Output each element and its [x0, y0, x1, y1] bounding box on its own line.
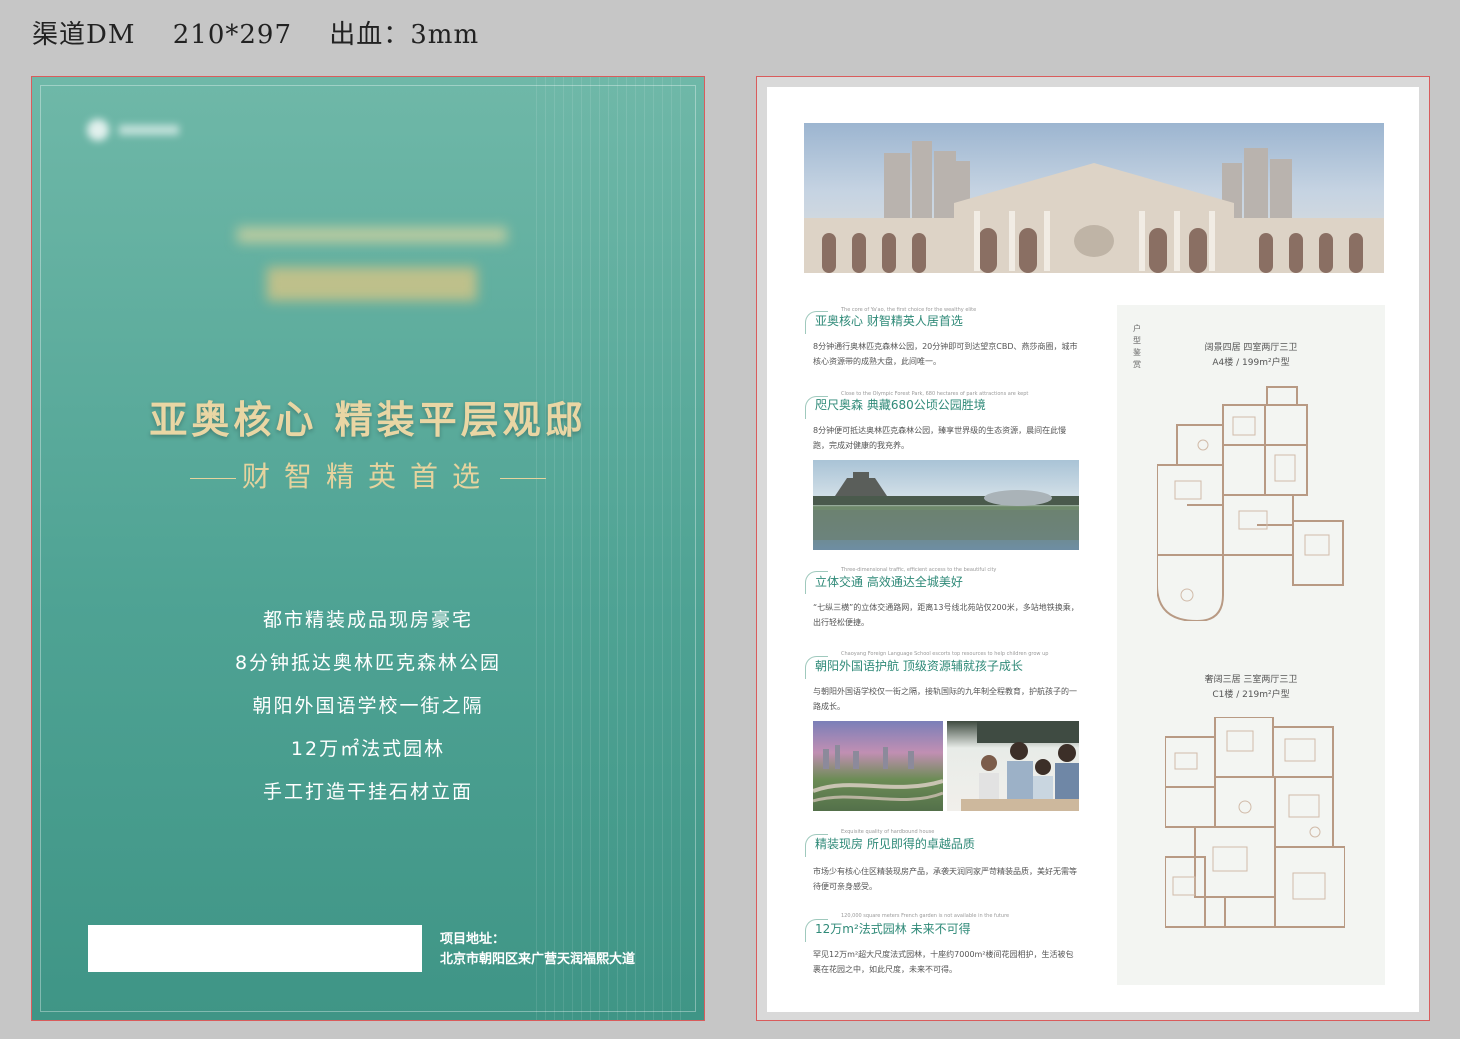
section-title: 精装现房 所见即得的卓越品质	[815, 837, 975, 851]
lake-photo	[813, 460, 1079, 550]
address-text: 北京市朝阳区来广营天润福熙大道	[440, 952, 636, 967]
address-block: 项目地址： 北京市朝阳区来广营天润福熙大道	[440, 930, 635, 970]
subtitle-line-left	[189, 477, 236, 479]
feature-item: 都市精装成品现房豪宅	[262, 609, 473, 631]
plan-name: 阔景四居 四室两厅三卫	[1204, 343, 1298, 353]
plan-name: 奢阔三居 三室两厅三卫	[1204, 675, 1298, 685]
section-en: 120,000 square meters French garden is n…	[841, 913, 1010, 919]
back-sheet: The core of Ya'ao, the first choice for …	[767, 87, 1419, 1012]
section-body: “七纵三横”的立体交通路网，距离13号线北苑站仅200米，多站地铁换乘，出行轻松…	[813, 603, 1079, 627]
floor-plan-a4	[1157, 386, 1344, 621]
feature-item: 朝阳外国语学校一街之隔	[252, 695, 484, 717]
section-title: 亚奥核心 财智精英人居首选	[815, 314, 963, 328]
subtitle-row: 财智精英首选	[32, 455, 704, 495]
front-page: 亚奥核心 精装平层观邸 财智精英首选 都市精装成品现房豪宅 8分钟抵达奥林匹克森…	[31, 76, 705, 1021]
feature-item: 手工打造干挂石材立面	[262, 781, 473, 803]
contact-placeholder-box	[88, 925, 422, 972]
subtitle-line-right	[500, 477, 546, 479]
plan-spec: A4楼 / 199m²户型	[1212, 358, 1290, 368]
classroom-photo	[947, 721, 1079, 811]
back-page: The core of Ya'ao, the first choice for …	[756, 76, 1430, 1021]
floor-plan-panel: 户 型 鉴 赏 阔景四居 四室两厅三卫 A4楼 / 199m²户型 奢阔三居 三…	[1117, 305, 1385, 985]
spec-channel: 渠道DM	[32, 20, 136, 50]
feature-item: 8分钟抵达奥林匹克森林公园	[234, 652, 502, 674]
stripe-pattern	[536, 77, 686, 1020]
plan-spec: C1楼 / 219m²户型	[1212, 690, 1290, 700]
blurred-project-title	[237, 227, 507, 317]
section-body: 与朝阳外国语学校仅一街之隔，接轨国际的九年制全程教育，护航孩子的一路成长。	[813, 687, 1077, 711]
banner-photo	[804, 123, 1384, 273]
feature-list: 都市精装成品现房豪宅 8分钟抵达奥林匹克森林公园 朝阳外国语学校一街之隔 12万…	[32, 605, 704, 820]
section-body: 8分钟通行奥林匹克森林公园，20分钟即可到达望京CBD、燕莎商圈，城市核心资源带…	[813, 342, 1078, 366]
address-label: 项目地址：	[440, 932, 506, 947]
section-title: 12万m²法式园林 未来不可得	[815, 922, 971, 936]
feature-item: 12万㎡法式园林	[290, 738, 446, 760]
city-aerial-photo	[813, 721, 943, 811]
headline: 亚奥核心 精装平层观邸	[149, 398, 587, 442]
spec-line: 渠道DM 210*297 出血：3mm	[32, 14, 507, 51]
spec-bleed: 出血：3mm	[329, 20, 480, 50]
section-title: 朝阳外国语护航 顶级资源辅就孩子成长	[815, 659, 1023, 673]
blurred-logo	[87, 119, 187, 143]
subtitle: 财智精英首选	[241, 460, 494, 493]
section-body: 8分钟便可抵达奥林匹克森林公园，臻享世界级的生态资源，晨间在此慢跑，完成对健康的…	[813, 426, 1067, 450]
floor-plan-c1	[1165, 717, 1345, 928]
section-title: 咫尺奥森 典藏680公顷公园胜境	[815, 398, 986, 412]
section-body: 罕见12万m²超大尺度法式园林，十座约7000m²楼间花园相护，生活被包裹在花园…	[813, 950, 1074, 974]
spec-size: 210*297	[172, 20, 292, 50]
section-title: 立体交通 高效通达全城美好	[815, 575, 963, 589]
section-body: 市场少有核心住区精装现房产品，承袭天润同家严苛精装品质，美好无需等待便可亲身感受…	[813, 867, 1077, 891]
